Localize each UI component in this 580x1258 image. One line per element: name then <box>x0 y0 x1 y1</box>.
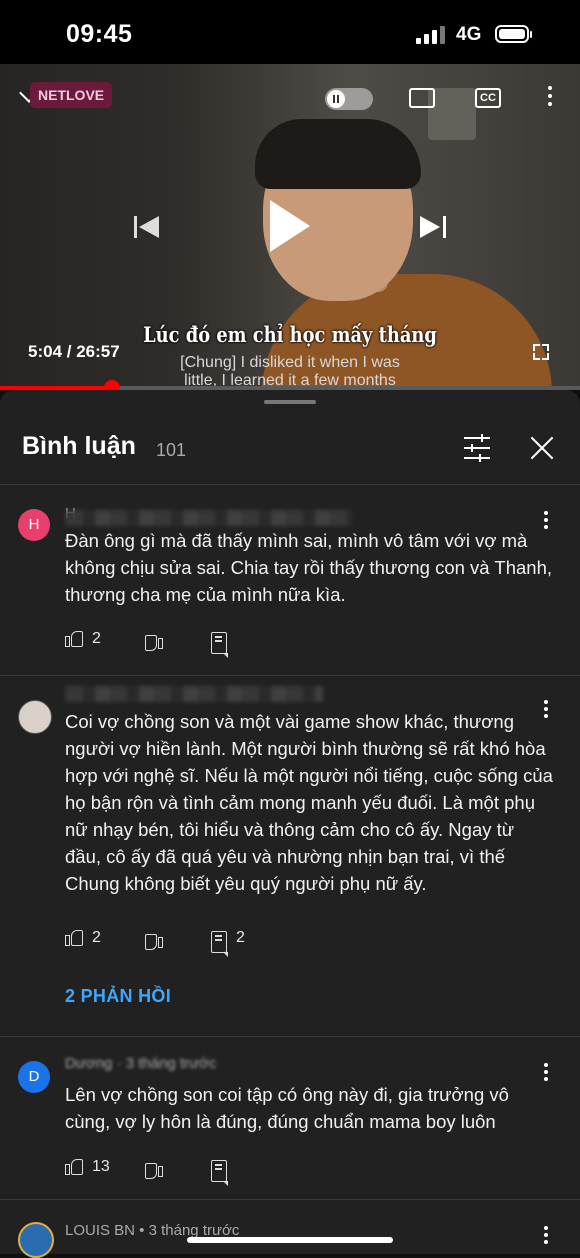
redacted-author <box>65 510 353 526</box>
comment-item: LOUIS BN • 3 tháng trước <box>0 1200 580 1258</box>
fullscreen-icon[interactable] <box>533 344 549 360</box>
comment-item: D Dương · 3 tháng trước Lên vợ chồng son… <box>0 1037 580 1197</box>
play-icon[interactable] <box>270 200 310 252</box>
status-bar: 09:45 4G <box>0 0 580 64</box>
comments-title: Bình luận <box>22 432 136 460</box>
comment-text: Coi vợ chồng son và một vài game show kh… <box>65 711 553 894</box>
home-indicator[interactable] <box>187 1237 393 1243</box>
video-player[interactable]: NETLOVE CC Lúc đó em chỉ học mấy tháng [… <box>0 64 580 390</box>
signal-icon <box>416 26 450 44</box>
comment-item: Coi vợ chồng son và một vài game show kh… <box>0 676 580 1036</box>
close-icon[interactable] <box>530 436 554 460</box>
more-options-icon[interactable] <box>548 86 552 110</box>
dislike-icon[interactable] <box>143 1157 163 1179</box>
avatar[interactable] <box>18 1222 54 1258</box>
pause-icon <box>327 90 345 108</box>
like-count: 2 <box>92 929 101 946</box>
avatar[interactable]: D <box>18 1061 50 1093</box>
reply-icon[interactable] <box>211 1160 228 1186</box>
like-count: 2 <box>92 630 101 647</box>
like-icon[interactable] <box>65 629 85 651</box>
like-count: 13 <box>92 1158 110 1175</box>
avatar[interactable]: H <box>18 509 50 541</box>
drag-handle[interactable] <box>264 400 316 404</box>
reply-count: 2 <box>236 929 245 946</box>
autoplay-toggle[interactable] <box>325 88 373 110</box>
comment-item: H H Đàn ông gì mà đã thấy mình sai, mình… <box>0 485 580 675</box>
previous-icon[interactable] <box>134 214 160 240</box>
next-icon[interactable] <box>420 214 446 240</box>
cast-icon[interactable] <box>409 88 435 108</box>
comment-text: Đàn ông gì mà đã thấy mình sai, mình vô … <box>65 530 552 605</box>
comments-sheet: Bình luận 101 H H Đàn ông gì mà đã thấy … <box>0 390 580 1258</box>
comment-author[interactable]: Dương · 3 tháng trước <box>65 1055 216 1073</box>
like-icon[interactable] <box>65 1157 85 1179</box>
reply-icon[interactable] <box>211 632 228 658</box>
status-time: 09:45 <box>66 20 133 48</box>
reply-icon[interactable] <box>211 931 228 957</box>
video-time: 5:04 / 26:57 <box>28 342 120 361</box>
avatar[interactable] <box>18 700 52 734</box>
like-icon[interactable] <box>65 928 85 950</box>
comment-more-icon[interactable] <box>544 1226 548 1247</box>
battery-icon <box>495 25 532 43</box>
channel-logo: NETLOVE <box>30 82 113 108</box>
comment-text: Lên vợ chồng son coi tập có ông này đi, … <box>65 1084 509 1132</box>
network-type: 4G <box>456 24 482 45</box>
dislike-icon[interactable] <box>143 928 163 950</box>
view-replies-link[interactable]: 2 PHẢN HỒI <box>65 986 171 1007</box>
redacted-author <box>65 686 323 702</box>
captions-icon[interactable]: CC <box>475 88 501 108</box>
wall-socket <box>428 88 476 140</box>
dislike-icon[interactable] <box>143 629 163 651</box>
sort-filter-icon[interactable] <box>464 434 490 462</box>
comments-count: 101 <box>156 440 187 460</box>
